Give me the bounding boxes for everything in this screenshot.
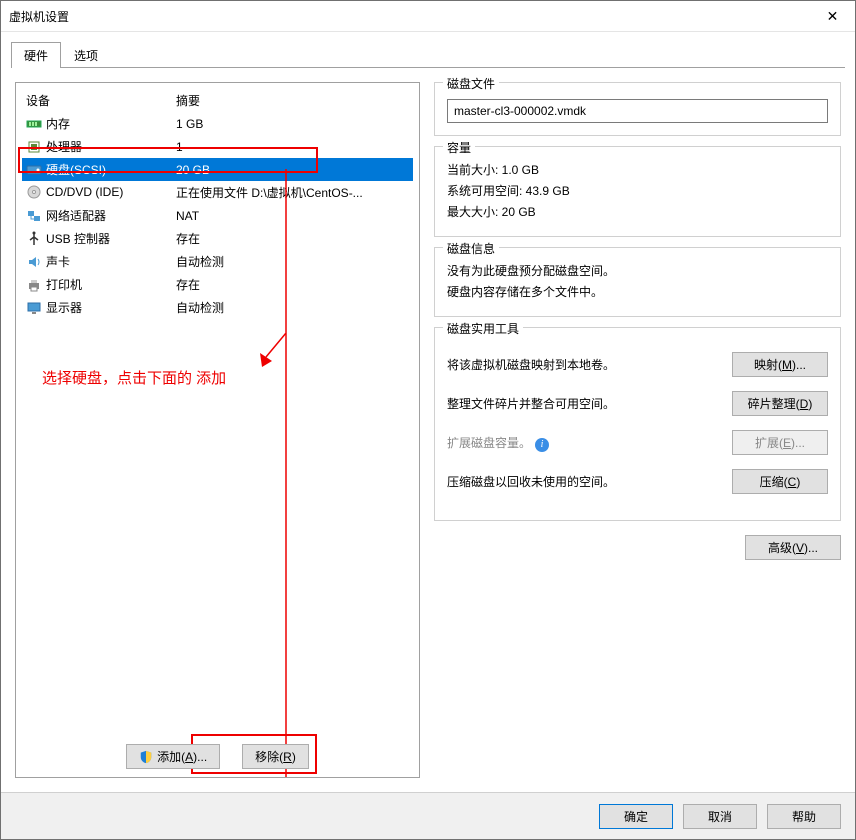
- help-button[interactable]: 帮助: [767, 804, 841, 829]
- tab-options[interactable]: 选项: [61, 42, 111, 68]
- device-summary: 1 GB: [172, 112, 413, 135]
- add-button-label: 添加(A)...: [157, 748, 207, 765]
- device-list-panel: 设备 摘要 内存1 GB处理器1硬盘(SCSI)20 GBCD/DVD (IDE…: [15, 82, 420, 778]
- device-summary: 存在: [172, 273, 413, 296]
- util-expand-row: 扩展磁盘容量。i 扩展(E)...: [447, 430, 828, 455]
- remove-button-label: 移除(R): [255, 748, 296, 765]
- device-name: USB 控制器: [46, 230, 110, 247]
- device-summary: 1: [172, 135, 413, 158]
- disk-info-line2: 硬盘内容存储在多个文件中。: [447, 283, 828, 300]
- device-row-显示器[interactable]: 显示器 自动检测: [22, 296, 413, 319]
- device-row-处理器[interactable]: 处理器 1: [22, 135, 413, 158]
- device-row-内存[interactable]: 内存 1 GB: [22, 112, 413, 135]
- titlebar: 虚拟机设置 ✕: [1, 1, 855, 32]
- device-name: 显示器: [46, 299, 82, 316]
- col-device: 设备: [22, 89, 172, 112]
- device-row-CD/DVD (IDE)[interactable]: CD/DVD (IDE) 正在使用文件 D:\虚拟机\CentOS-...: [22, 181, 413, 204]
- device-row-打印机[interactable]: 打印机 存在: [22, 273, 413, 296]
- ok-button[interactable]: 确定: [599, 804, 673, 829]
- group-capacity: 容量 当前大小: 1.0 GB 系统可用空间: 43.9 GB 最大大小: 20…: [434, 146, 841, 237]
- device-row-声卡[interactable]: 声卡 自动检测: [22, 250, 413, 273]
- dialog-footer: 确定 取消 帮助: [1, 792, 855, 839]
- device-name: 声卡: [46, 253, 70, 270]
- shield-icon: [139, 750, 153, 764]
- remove-button[interactable]: 移除(R): [242, 744, 309, 769]
- add-button[interactable]: 添加(A)...: [126, 744, 220, 769]
- left-shell: 设备 摘要 内存1 GB处理器1硬盘(SCSI)20 GBCD/DVD (IDE…: [15, 82, 420, 778]
- device-summary: 正在使用文件 D:\虚拟机\CentOS-...: [172, 181, 413, 204]
- map-button[interactable]: 映射(M)...: [732, 352, 828, 377]
- window-title: 虚拟机设置: [9, 8, 810, 25]
- cancel-button[interactable]: 取消: [683, 804, 757, 829]
- group-utilities: 磁盘实用工具 将该虚拟机磁盘映射到本地卷。 映射(M)... 整理文件碎片并整合…: [434, 327, 841, 521]
- advanced-button[interactable]: 高级(V)...: [745, 535, 841, 560]
- compact-button[interactable]: 压缩(C): [732, 469, 828, 494]
- disk-info-line1: 没有为此硬盘预分配磁盘空间。: [447, 262, 828, 279]
- cd-icon: [26, 184, 42, 200]
- device-summary: 自动检测: [172, 296, 413, 319]
- group-title-disk-info: 磁盘信息: [443, 240, 499, 257]
- device-summary: 存在: [172, 227, 413, 250]
- capacity-current: 当前大小: 1.0 GB: [447, 161, 828, 178]
- util-expand-label: 扩展磁盘容量。i: [447, 434, 732, 452]
- group-title-capacity: 容量: [443, 139, 475, 156]
- right-panel: 磁盘文件 master-cl3-000002.vmdk 容量 当前大小: 1.0…: [434, 82, 841, 778]
- col-summary: 摘要: [172, 89, 413, 112]
- device-table: 设备 摘要 内存1 GB处理器1硬盘(SCSI)20 GBCD/DVD (IDE…: [22, 89, 413, 319]
- device-name: 打印机: [46, 276, 82, 293]
- expand-button: 扩展(E)...: [732, 430, 828, 455]
- display-icon: [26, 300, 42, 316]
- util-map-row: 将该虚拟机磁盘映射到本地卷。 映射(M)...: [447, 352, 828, 377]
- net-icon: [26, 208, 42, 224]
- vm-settings-window: 虚拟机设置 ✕ 硬件 选项 设备 摘要 内存1 GB处理器1硬盘(SCSI)20: [0, 0, 856, 840]
- device-name: 内存: [46, 115, 70, 132]
- group-disk-info: 磁盘信息 没有为此硬盘预分配磁盘空间。 硬盘内容存储在多个文件中。: [434, 247, 841, 317]
- capacity-free: 系统可用空间: 43.9 GB: [447, 182, 828, 199]
- tab-hardware[interactable]: 硬件: [11, 42, 61, 68]
- annotation-text: 选择硬盘，点击下面的 添加: [42, 367, 226, 388]
- device-summary: NAT: [172, 204, 413, 227]
- sound-icon: [26, 254, 42, 270]
- device-summary: 20 GB: [172, 158, 413, 181]
- group-title-utilities: 磁盘实用工具: [443, 320, 523, 337]
- util-map-label: 将该虚拟机磁盘映射到本地卷。: [447, 356, 732, 373]
- disk-file-value[interactable]: master-cl3-000002.vmdk: [447, 99, 828, 123]
- close-button[interactable]: ✕: [810, 1, 855, 31]
- annotation-arrow-short: [252, 333, 292, 373]
- group-title-disk-file: 磁盘文件: [443, 75, 499, 92]
- device-row-硬盘(SCSI)[interactable]: 硬盘(SCSI) 20 GB: [22, 158, 413, 181]
- capacity-max: 最大大小: 20 GB: [447, 203, 828, 220]
- util-defrag-row: 整理文件碎片并整合可用空间。 碎片整理(D): [447, 391, 828, 416]
- device-name: CD/DVD (IDE): [46, 185, 123, 199]
- device-name: 网络适配器: [46, 207, 106, 224]
- usb-icon: [26, 231, 42, 247]
- device-name: 硬盘(SCSI): [46, 161, 106, 178]
- memory-icon: [26, 116, 42, 132]
- advanced-row: 高级(V)...: [434, 535, 841, 560]
- group-disk-file: 磁盘文件 master-cl3-000002.vmdk: [434, 82, 841, 136]
- device-buttons: 添加(A)... 移除(R): [16, 744, 419, 769]
- device-row-网络适配器[interactable]: 网络适配器 NAT: [22, 204, 413, 227]
- printer-icon: [26, 277, 42, 293]
- dialog-body: 设备 摘要 内存1 GB处理器1硬盘(SCSI)20 GBCD/DVD (IDE…: [1, 68, 855, 792]
- util-compact-label: 压缩磁盘以回收未使用的空间。: [447, 473, 732, 490]
- util-defrag-label: 整理文件碎片并整合可用空间。: [447, 395, 732, 412]
- disk-icon: [26, 162, 42, 178]
- util-compact-row: 压缩磁盘以回收未使用的空间。 压缩(C): [447, 469, 828, 494]
- tab-strip: 硬件 选项: [1, 32, 855, 68]
- cpu-icon: [26, 139, 42, 155]
- device-row-USB 控制器[interactable]: USB 控制器 存在: [22, 227, 413, 250]
- info-icon: i: [535, 438, 549, 452]
- device-summary: 自动检测: [172, 250, 413, 273]
- device-name: 处理器: [46, 138, 82, 155]
- defrag-button[interactable]: 碎片整理(D): [732, 391, 828, 416]
